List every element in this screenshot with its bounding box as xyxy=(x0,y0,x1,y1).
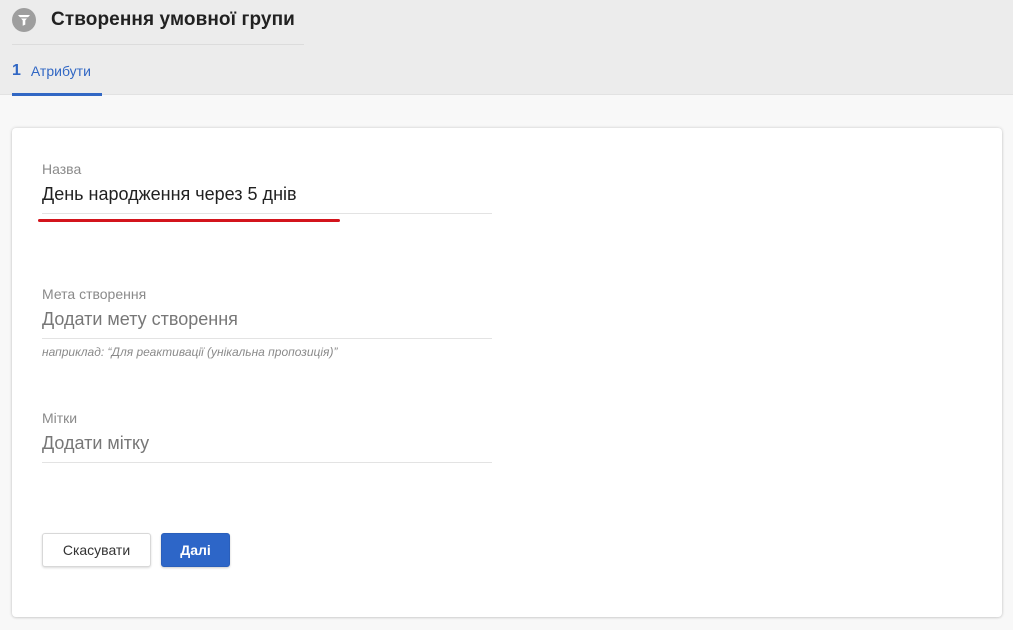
filter-icon xyxy=(12,8,36,32)
tab-step-attributes[interactable]: 1 Атрибути xyxy=(12,60,102,96)
tags-field-group: Мітки xyxy=(42,409,492,463)
name-field-group: Назва xyxy=(42,160,492,214)
title-row: Створення умовної групи xyxy=(12,8,295,32)
form-card: Назва Мета створення наприклад: “Для реа… xyxy=(12,128,1002,617)
goal-field-group: Мета створення наприклад: “Для реактивац… xyxy=(42,285,492,359)
page-header: Створення умовної групи 1 Атрибути xyxy=(0,0,1013,96)
goal-input[interactable] xyxy=(42,309,492,339)
page-title: Створення умовної групи xyxy=(51,9,295,30)
next-button[interactable]: Далі xyxy=(161,533,230,567)
name-input[interactable] xyxy=(42,184,492,214)
name-label: Назва xyxy=(42,161,82,177)
goal-hint: наприклад: “Для реактивації (унікальна п… xyxy=(42,345,338,359)
tags-label: Мітки xyxy=(42,410,78,426)
tags-input[interactable] xyxy=(42,433,492,463)
highlight-underline xyxy=(38,219,340,222)
step-number: 1 xyxy=(12,62,21,79)
title-divider xyxy=(12,44,304,45)
cancel-button[interactable]: Скасувати xyxy=(42,533,151,567)
goal-label: Мета створення xyxy=(42,286,147,302)
step-label: Атрибути xyxy=(30,63,91,79)
